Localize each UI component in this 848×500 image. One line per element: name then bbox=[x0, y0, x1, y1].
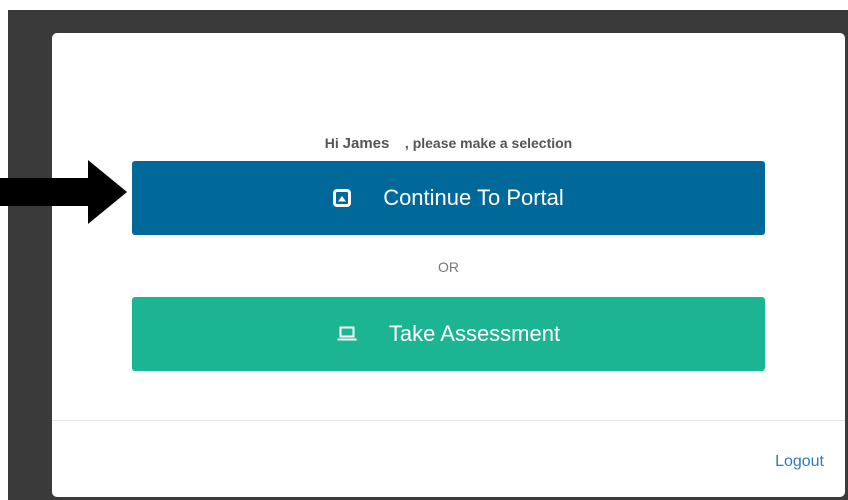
user-name: James bbox=[342, 135, 390, 152]
logout-link[interactable]: Logout bbox=[775, 453, 824, 471]
greeting-text: Hi James , please make a selection bbox=[52, 135, 845, 152]
take-assessment-button[interactable]: Take Assessment bbox=[132, 297, 765, 371]
selection-modal: Hi James , please make a selection Conti… bbox=[52, 33, 845, 497]
continue-to-portal-button[interactable]: Continue To Portal bbox=[132, 161, 765, 235]
portal-square-icon bbox=[333, 189, 352, 207]
laptop-icon bbox=[337, 326, 357, 342]
footer-divider bbox=[52, 420, 845, 421]
take-assessment-label: Take Assessment bbox=[388, 321, 561, 346]
or-separator: OR bbox=[438, 259, 459, 275]
greeting-prefix: Hi bbox=[324, 135, 343, 151]
right-arrow-icon bbox=[0, 160, 127, 224]
greeting-suffix: , please make a selection bbox=[389, 135, 573, 151]
continue-to-portal-label: Continue To Portal bbox=[383, 185, 564, 210]
